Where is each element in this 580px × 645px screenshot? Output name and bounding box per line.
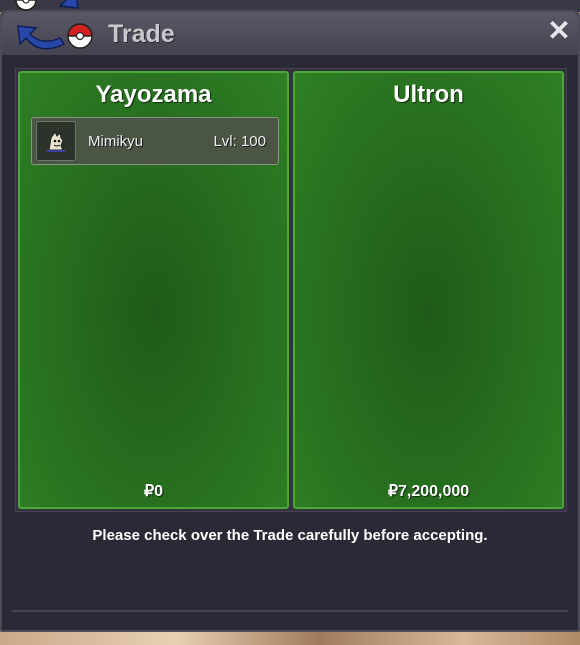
trade-arrows-pokeball-icon (15, 0, 93, 50)
footer-divider (12, 610, 568, 612)
window-title: Trade (108, 20, 175, 48)
close-button[interactable]: ✕ (546, 17, 572, 45)
mimikyu-sprite-icon (36, 121, 76, 161)
left-player-name: Yayozama (95, 81, 212, 108)
trade-panels: Yayozama Mimikyu Lvl: 100 ₽0 Ultron ₽7,2… (15, 68, 567, 512)
pokemon-slot[interactable]: Mimikyu Lvl: 100 (31, 117, 279, 165)
right-player-name: Ultron (393, 81, 464, 108)
right-trade-panel: Ultron ₽7,200,000 (293, 71, 564, 509)
trade-notice: Please check over the Trade carefully be… (92, 527, 488, 544)
left-trade-panel: Yayozama Mimikyu Lvl: 100 ₽0 (18, 71, 289, 509)
trade-window: Trade ✕ Yayozama Mimikyu Lvl: 100 ₽0 Ult… (0, 10, 580, 632)
pokemon-level: Lvl: 100 (213, 132, 266, 150)
left-money: ₽0 (143, 483, 164, 500)
right-money: ₽7,200,000 (387, 483, 470, 500)
pokemon-name: Mimikyu (88, 132, 143, 150)
